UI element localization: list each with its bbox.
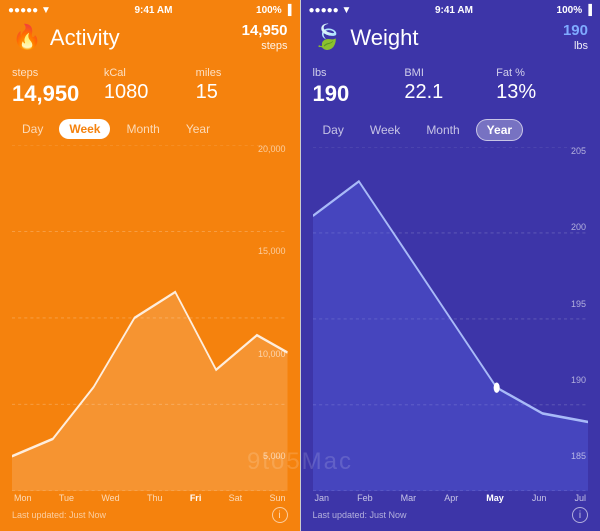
weight-top-value: 190 lbs (563, 22, 588, 53)
weight-unit: lbs (563, 40, 588, 53)
bmi-value: 22.1 (404, 81, 496, 104)
weight-tab-day[interactable]: Day (313, 119, 354, 141)
activity-title: Activity (50, 25, 120, 51)
y-label-20k: 20,000 (258, 145, 286, 154)
activity-tab-month[interactable]: Month (116, 119, 169, 139)
activity-x-axis: Mon Tue Wed Thu Fri Sat Sun (0, 491, 300, 503)
weight-chart-svg (313, 147, 589, 491)
x-jun: Jun (532, 493, 547, 503)
y-label-200: 200 (571, 223, 586, 232)
weight-tab-month[interactable]: Month (416, 119, 469, 141)
x-mon: Mon (14, 493, 32, 503)
status-battery-right: 100% ▐ (557, 5, 592, 16)
x-thu: Thu (147, 493, 163, 503)
fat-metric: Fat % 13% (496, 67, 588, 107)
activity-tab-week[interactable]: Week (59, 119, 110, 139)
x-sun: Sun (269, 493, 285, 503)
leaf-icon: 🍃 (313, 23, 343, 52)
x-mar: Mar (401, 493, 417, 503)
activity-metrics: steps 14,950 kCal 1080 miles 15 (0, 61, 300, 113)
lbs-label: lbs (313, 67, 405, 79)
activity-chart-area: 20,000 15,000 10,000 5,000 (0, 145, 300, 491)
activity-main-number: 14,950 (242, 22, 288, 40)
y-label-15k: 15,000 (258, 247, 286, 256)
weight-x-axis: Jan Feb Mar Apr May Jun Jul (301, 491, 600, 503)
y-label-195: 195 (571, 300, 586, 309)
lbs-value: 190 (313, 81, 405, 107)
activity-chart-svg (12, 145, 288, 491)
x-jan: Jan (315, 493, 330, 503)
x-apr: Apr (444, 493, 458, 503)
activity-tab-bar: Day Week Month Year (0, 113, 300, 145)
y-label-10k: 10,000 (258, 350, 286, 359)
flame-icon: 🔥 (12, 23, 42, 52)
bmi-metric: BMI 22.1 (404, 67, 496, 107)
weight-title-group: 🍃 Weight (313, 23, 419, 52)
x-may: May (486, 493, 504, 503)
activity-tab-day[interactable]: Day (12, 119, 53, 139)
steps-metric: steps 14,950 (12, 67, 104, 107)
activity-panel: ●●●●● ▼ 9:41 AM 100% ▐ 🔥 Activity 14,950… (0, 0, 300, 531)
miles-value: 15 (196, 81, 288, 104)
kcal-label: kCal (104, 67, 196, 79)
status-time-right: 9:41 AM (435, 5, 473, 16)
weight-tab-year[interactable]: Year (476, 119, 523, 141)
activity-unit: steps (242, 40, 288, 53)
weight-metrics: lbs 190 BMI 22.1 Fat % 13% (301, 61, 600, 113)
steps-label: steps (12, 67, 104, 79)
weight-tab-week[interactable]: Week (360, 119, 410, 141)
lbs-metric: lbs 190 (313, 67, 405, 107)
x-wed: Wed (101, 493, 119, 503)
x-jul: Jul (574, 493, 586, 503)
fat-value: 13% (496, 81, 588, 104)
weight-last-updated: Last updated: Just Now (313, 510, 407, 520)
miles-metric: miles 15 (196, 67, 288, 107)
x-feb: Feb (357, 493, 373, 503)
kcal-metric: kCal 1080 (104, 67, 196, 107)
x-sat: Sat (229, 493, 243, 503)
weight-title: Weight (350, 25, 418, 51)
status-time-left: 9:41 AM (134, 5, 172, 16)
activity-last-updated: Last updated: Just Now (12, 510, 106, 520)
activity-title-group: 🔥 Activity (12, 23, 120, 52)
y-label-190: 190 (571, 376, 586, 385)
weight-info-button[interactable]: i (572, 507, 588, 523)
y-label-185: 185 (571, 452, 586, 461)
status-signal-right: ●●●●● ▼ (309, 5, 352, 16)
activity-top-value: 14,950 steps (242, 22, 288, 53)
weight-y-labels: 205 200 195 190 185 (571, 147, 586, 461)
weight-main-number: 190 (563, 22, 588, 40)
activity-tab-year[interactable]: Year (176, 119, 220, 139)
status-signal-left: ●●●●● ▼ (8, 5, 51, 16)
x-fri: Fri (190, 493, 202, 503)
weight-footer: Last updated: Just Now i (301, 503, 600, 531)
fat-label: Fat % (496, 67, 588, 79)
activity-y-labels: 20,000 15,000 10,000 5,000 (258, 145, 286, 461)
x-tue: Tue (59, 493, 74, 503)
kcal-value: 1080 (104, 81, 196, 104)
activity-footer: Last updated: Just Now i (0, 503, 300, 531)
y-label-205: 205 (571, 147, 586, 156)
steps-value: 14,950 (12, 81, 104, 107)
miles-label: miles (196, 67, 288, 79)
status-battery-left: 100% ▐ (256, 5, 291, 16)
weight-tab-bar: Day Week Month Year (301, 113, 600, 147)
bmi-label: BMI (404, 67, 496, 79)
weight-panel: ●●●●● ▼ 9:41 AM 100% ▐ 🍃 Weight 190 lbs … (301, 0, 600, 531)
activity-info-button[interactable]: i (272, 507, 288, 523)
y-label-5k: 5,000 (263, 452, 286, 461)
weight-chart-area: 205 200 195 190 185 (301, 147, 600, 491)
